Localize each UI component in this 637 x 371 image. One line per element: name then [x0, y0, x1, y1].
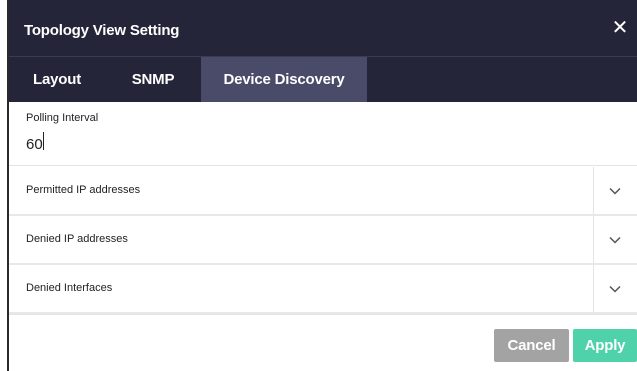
section-denied-interfaces[interactable]: Denied Interfaces [9, 265, 637, 314]
dialog-footer: Cancel Apply [9, 314, 637, 371]
polling-interval-label: Polling Interval [26, 112, 99, 124]
polling-interval-field: Polling Interval [9, 102, 637, 166]
section-label: Permitted IP addresses [26, 184, 141, 196]
section-label: Denied Interfaces [26, 282, 113, 294]
topology-view-setting-dialog: Topology View Setting ✕ Layout SNMP Devi… [9, 0, 637, 371]
tab-device-discovery[interactable]: Device Discovery [201, 57, 367, 102]
close-icon[interactable]: ✕ [611, 18, 629, 38]
chevron-down-icon [609, 187, 621, 195]
apply-button[interactable]: Apply [573, 329, 637, 362]
tab-snmp[interactable]: SNMP [105, 57, 201, 102]
expand-toggle[interactable] [593, 167, 637, 214]
tab-layout[interactable]: Layout [9, 57, 105, 102]
section-denied-ip-addresses[interactable]: Denied IP addresses [9, 216, 637, 265]
polling-interval-input[interactable] [26, 132, 616, 156]
screen: Topology View Setting ✕ Layout SNMP Devi… [0, 0, 637, 371]
text-cursor [43, 132, 44, 150]
dialog-header: Topology View Setting ✕ [9, 0, 637, 56]
section-label: Denied IP addresses [26, 233, 128, 245]
dialog-title: Topology View Setting [24, 22, 180, 39]
chevron-down-icon [609, 285, 621, 293]
expand-toggle[interactable] [593, 265, 637, 312]
expand-toggle[interactable] [593, 216, 637, 263]
section-permitted-ip-addresses[interactable]: Permitted IP addresses [9, 167, 637, 216]
tab-bar: Layout SNMP Device Discovery [9, 56, 637, 102]
cancel-button[interactable]: Cancel [494, 329, 569, 362]
chevron-down-icon [609, 236, 621, 244]
